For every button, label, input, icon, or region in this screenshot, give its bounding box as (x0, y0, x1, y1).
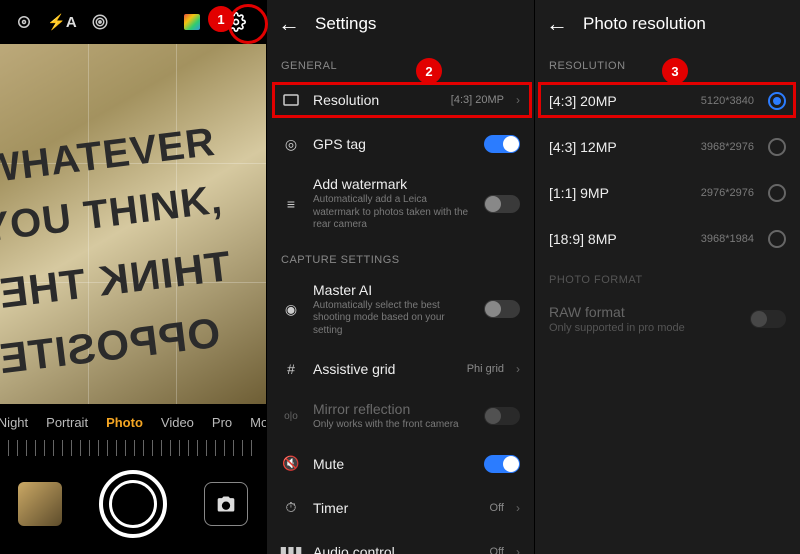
row-watermark[interactable]: ≡ Add watermark Automatically add a Leic… (267, 166, 534, 242)
radio-unselected-icon[interactable] (768, 138, 786, 156)
filter-icon[interactable] (178, 8, 206, 36)
mirror-sub: Only works with the front camera (313, 419, 472, 432)
switch-camera-button[interactable] (204, 482, 248, 526)
mute-toggle[interactable] (484, 455, 520, 473)
grid-value: Phi grid (467, 363, 504, 375)
mirror-icon: o|o (281, 411, 301, 422)
audio-icon: ▮▮▮ (281, 543, 301, 554)
camera-bottom-bar (0, 462, 266, 546)
back-icon[interactable]: ← (545, 11, 569, 37)
radio-unselected-icon[interactable] (768, 230, 786, 248)
raw-toggle (750, 310, 786, 328)
chevron-right-icon: › (516, 545, 520, 554)
radio-unselected-icon[interactable] (768, 184, 786, 202)
res-option-12mp[interactable]: [4:3] 12MP 3968*2976 (535, 124, 800, 170)
row-master-ai[interactable]: ◉ Master AI Automatically select the bes… (267, 272, 534, 348)
flash-icon[interactable]: ⚡A (48, 8, 76, 36)
watermark-icon: ≡ (281, 196, 301, 212)
chevron-right-icon: › (516, 362, 520, 376)
mute-icon: 🔇 (281, 455, 301, 472)
mode-tick-strip (8, 440, 258, 456)
row-audio[interactable]: ▮▮▮ Audio control Off › (267, 530, 534, 554)
preview-text-line: OPPOSITE (0, 309, 223, 384)
row-grid[interactable]: # Assistive grid Phi grid › (267, 347, 534, 391)
watermark-label: Add watermark (313, 176, 472, 192)
back-icon[interactable]: ← (277, 11, 301, 37)
annotation-box-3 (538, 82, 796, 118)
mirror-toggle (484, 407, 520, 425)
res-option-label: [18:9] 8MP (549, 231, 701, 247)
row-mirror: o|o Mirror reflection Only works with th… (267, 391, 534, 442)
ai-icon: ◉ (281, 301, 301, 318)
master-ai-toggle[interactable] (484, 300, 520, 318)
row-mute[interactable]: 🔇 Mute (267, 442, 534, 486)
preview-text-line: YOU THINK, (0, 177, 225, 251)
page-title: Settings (315, 14, 376, 34)
mode-portrait[interactable]: Portrait (46, 415, 88, 430)
row-gps[interactable]: ◎ GPS tag (267, 122, 534, 166)
section-general: GENERAL (267, 48, 534, 78)
res-option-dims: 3968*1984 (701, 233, 754, 245)
gallery-thumbnail[interactable] (18, 482, 62, 526)
settings-header: ← Settings (267, 0, 534, 48)
annotation-box-2 (272, 82, 532, 118)
section-photo-format: PHOTO FORMAT (535, 262, 800, 292)
mode-photo[interactable]: Photo (106, 415, 143, 430)
hdr-icon[interactable] (10, 8, 38, 36)
chevron-right-icon: › (516, 501, 520, 515)
mode-pro[interactable]: Pro (212, 415, 232, 430)
mirror-label: Mirror reflection (313, 401, 472, 417)
gps-label: GPS tag (313, 136, 472, 152)
preview-text-line: THINK THE (0, 242, 233, 318)
res-option-9mp[interactable]: [1:1] 9MP 2976*2976 (535, 170, 800, 216)
resolution-header: ← Photo resolution (535, 0, 800, 48)
audio-value: Off (490, 546, 504, 554)
annotation-ring-1 (228, 4, 268, 44)
res-option-8mp[interactable]: [18:9] 8MP 3968*1984 (535, 216, 800, 262)
grid-icon: # (281, 361, 301, 377)
camera-modes: Night Portrait Photo Video Pro Mo (0, 404, 266, 440)
mode-night[interactable]: Night (0, 415, 28, 430)
res-option-label: [4:3] 12MP (549, 139, 701, 155)
timer-label: Timer (313, 500, 478, 516)
top-icons-left: ⚡A (4, 8, 114, 36)
grid-label: Assistive grid (313, 361, 455, 377)
live-icon[interactable] (86, 8, 114, 36)
timer-value: Off (490, 502, 504, 514)
row-raw-format: RAW format Only supported in pro mode (535, 292, 800, 346)
annotation-marker-1: 1 (208, 6, 234, 32)
res-option-dims: 2976*2976 (701, 187, 754, 199)
watermark-sub: Automatically add a Leica watermark to p… (313, 194, 472, 232)
camera-preview[interactable]: WHATEVER YOU THINK, THINK THE OPPOSITE (0, 44, 266, 404)
timer-icon: ⏱ (281, 499, 301, 516)
gps-icon: ◎ (281, 136, 301, 153)
shutter-button[interactable] (99, 470, 167, 538)
section-capture: CAPTURE SETTINGS (267, 242, 534, 272)
master-ai-label: Master AI (313, 282, 472, 298)
audio-label: Audio control (313, 544, 478, 554)
annotation-marker-2: 2 (416, 58, 442, 84)
camera-app-pane: ⚡A WHATEVER YOU THINK, THINK THE OPPOSIT… (0, 0, 266, 554)
watermark-toggle[interactable] (484, 195, 520, 213)
raw-label: RAW format (549, 304, 750, 320)
raw-sub: Only supported in pro mode (549, 322, 750, 334)
mode-video[interactable]: Video (161, 415, 194, 430)
annotation-marker-3: 3 (662, 58, 688, 84)
mute-label: Mute (313, 456, 472, 472)
gps-toggle[interactable] (484, 135, 520, 153)
res-option-dims: 3968*2976 (701, 141, 754, 153)
master-ai-sub: Automatically select the best shooting m… (313, 300, 472, 338)
res-option-label: [1:1] 9MP (549, 185, 701, 201)
page-title: Photo resolution (583, 14, 706, 34)
row-timer[interactable]: ⏱ Timer Off › (267, 486, 534, 530)
